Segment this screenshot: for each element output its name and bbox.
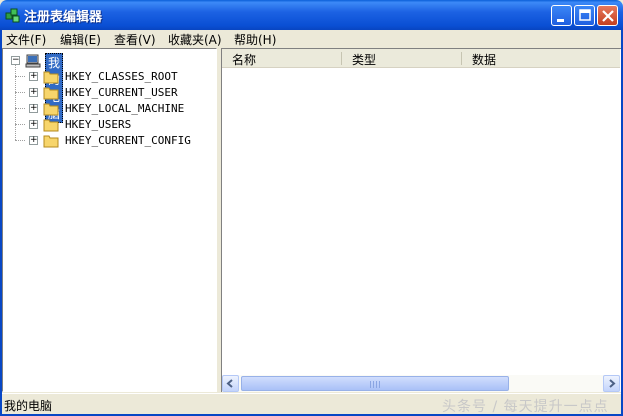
column-header-name[interactable]: 名称	[222, 49, 342, 68]
folder-icon	[43, 135, 59, 148]
close-icon	[602, 10, 614, 22]
menu-favorites[interactable]: 收藏夹(A)	[168, 31, 222, 48]
tree-item-label: HKEY_USERS	[65, 118, 132, 131]
folder-icon	[43, 71, 59, 84]
maximize-icon	[579, 9, 591, 21]
folder-icon	[43, 87, 59, 100]
title-bar[interactable]: 注册表编辑器	[0, 0, 623, 30]
minimize-button[interactable]	[551, 5, 572, 26]
menu-bar: 文件(F) 编辑(E) 查看(V) 收藏夹(A) 帮助(H)	[2, 30, 621, 48]
scroll-right-button[interactable]	[603, 375, 620, 392]
status-text: 我的电脑	[4, 399, 53, 413]
expand-toggle[interactable]: +	[29, 136, 38, 145]
tree-connector	[15, 92, 25, 93]
client-area: − 我的电脑 + HKEY_CLASSES_ROOT +	[2, 48, 621, 392]
tree-item-label: HKEY_LOCAL_MACHINE	[65, 102, 185, 115]
chevron-right-icon	[609, 379, 616, 388]
maximize-button[interactable]	[574, 5, 595, 26]
window-title: 注册表编辑器	[24, 10, 103, 25]
column-header-type[interactable]: 类型	[342, 49, 462, 68]
scroll-thumb[interactable]	[241, 376, 509, 391]
tree-item-label: HKEY_CLASSES_ROOT	[65, 70, 178, 83]
tree-item-label: HKEY_CURRENT_CONFIG	[65, 134, 191, 147]
tree-pane[interactable]: − 我的电脑 + HKEY_CLASSES_ROOT +	[2, 48, 217, 392]
minimize-icon	[557, 19, 564, 22]
tree-connector	[15, 76, 25, 77]
tree-connector	[15, 108, 25, 109]
collapse-toggle[interactable]: −	[11, 56, 20, 65]
menu-view[interactable]: 查看(V)	[114, 31, 156, 48]
close-button[interactable]	[597, 5, 618, 26]
values-list-pane[interactable]: 名称 类型 数据	[221, 48, 621, 392]
chevron-left-icon	[226, 379, 233, 388]
grip-icon	[370, 381, 380, 388]
tree-connector	[15, 124, 25, 125]
horizontal-scrollbar[interactable]	[222, 375, 620, 392]
folder-icon	[43, 103, 59, 116]
tree-connector	[15, 140, 25, 141]
column-header-label: 类型	[352, 53, 377, 67]
watermark: 头条号 / 每天提升一点点	[442, 399, 609, 415]
status-bar: 我的电脑 头条号 / 每天提升一点点	[2, 393, 621, 415]
expand-toggle[interactable]: +	[29, 88, 38, 97]
computer-icon	[25, 53, 41, 72]
column-header-label: 名称	[232, 53, 257, 67]
expand-toggle[interactable]: +	[29, 72, 38, 81]
column-header-data[interactable]: 数据	[462, 49, 620, 68]
menu-edit[interactable]: 编辑(E)	[60, 31, 101, 48]
expand-toggle[interactable]: +	[29, 104, 38, 113]
tree-item-label: HKEY_CURRENT_USER	[65, 86, 178, 99]
folder-icon	[43, 119, 59, 132]
registry-editor-icon	[5, 7, 21, 23]
expand-toggle[interactable]: +	[29, 120, 38, 129]
column-header-label: 数据	[472, 53, 497, 67]
menu-file[interactable]: 文件(F)	[6, 31, 46, 48]
scroll-left-button[interactable]	[222, 375, 239, 392]
menu-help[interactable]: 帮助(H)	[234, 31, 276, 48]
